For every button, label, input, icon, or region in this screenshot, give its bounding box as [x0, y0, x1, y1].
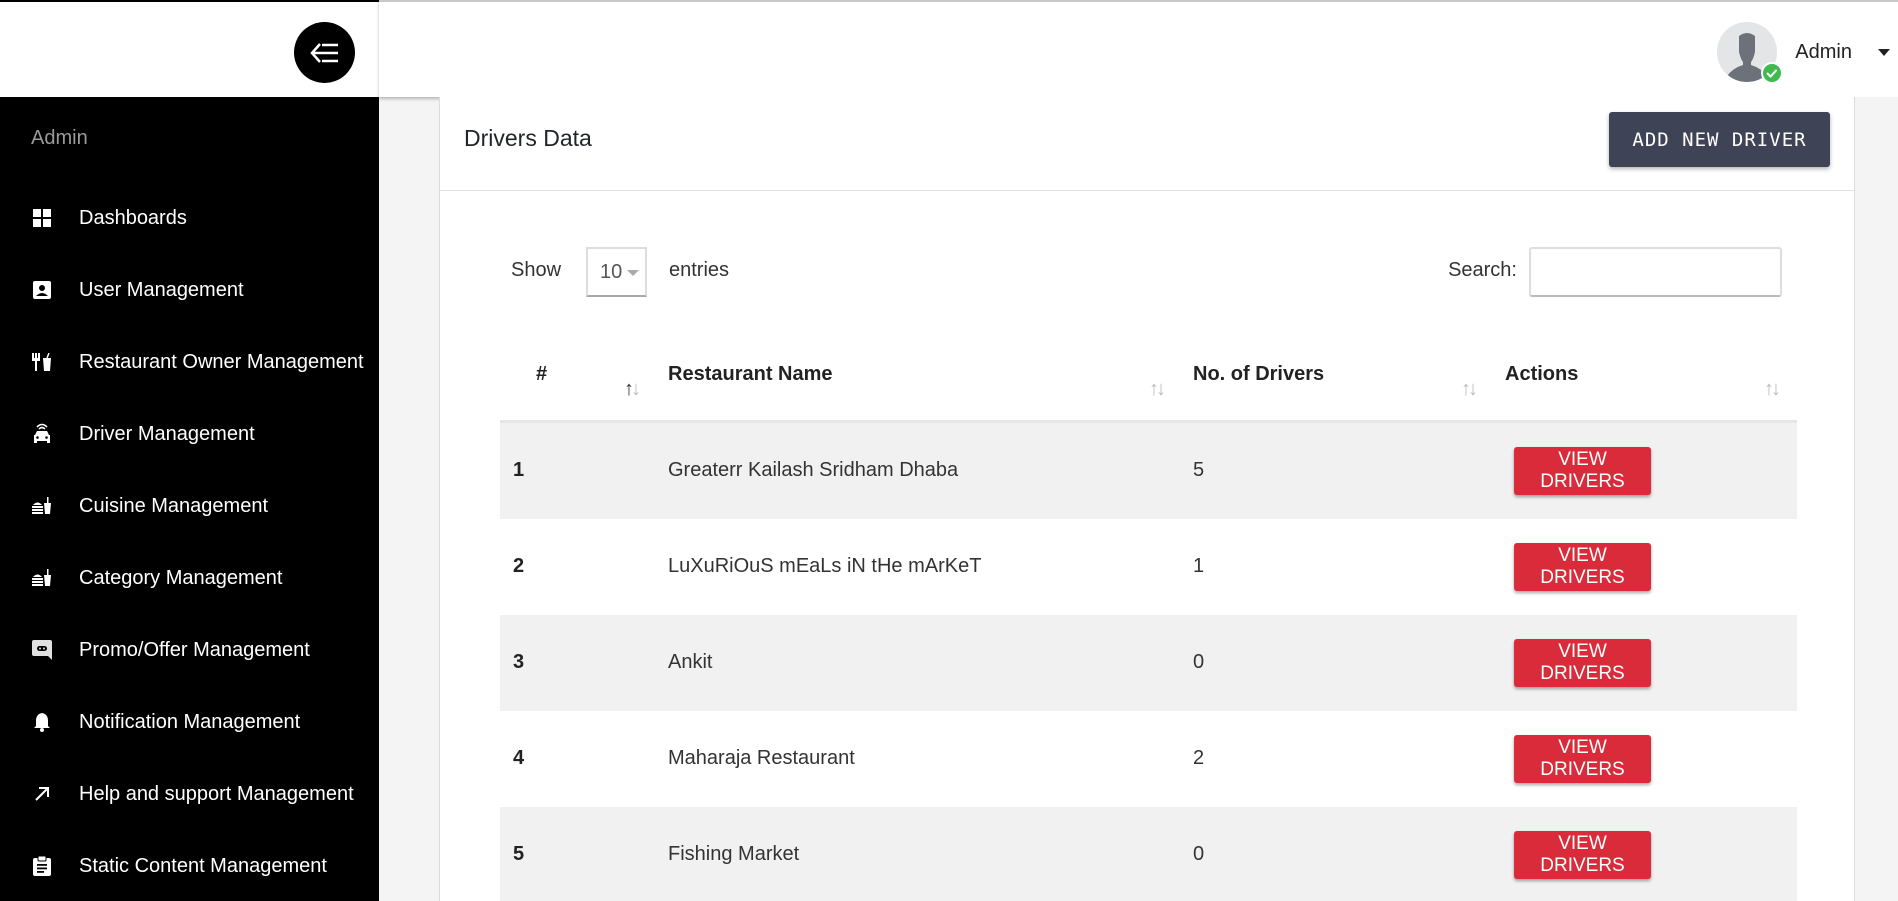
- row-index: 2: [513, 555, 525, 577]
- row-index: 5: [513, 843, 525, 865]
- top-header: Admin: [379, 0, 1898, 97]
- table-header: # ↑↓ Restaurant Name ↑↓ No. of Drivers ↑…: [500, 342, 1797, 423]
- sidebar-item-driver-management[interactable]: Driver Management: [0, 398, 379, 470]
- sort-icon[interactable]: ↑↓: [1461, 378, 1478, 401]
- sidebar-item-user-management[interactable]: User Management: [0, 254, 379, 326]
- column-header-restaurant-name[interactable]: Restaurant Name: [668, 363, 833, 386]
- view-drivers-button[interactable]: VIEW DRIVERS: [1514, 543, 1651, 591]
- bell-icon: [31, 711, 53, 733]
- search-label: Search:: [1448, 259, 1517, 281]
- entries-label: entries: [669, 259, 730, 281]
- table-row: 2 LuXuRiOuS mEaLs iN tHe mArKeT 1 VIEW D…: [500, 519, 1797, 615]
- sidebar-item-static-content-management[interactable]: Static Content Management: [0, 830, 379, 901]
- search-input[interactable]: [1529, 247, 1782, 297]
- sidebar-brand-area: [0, 2, 379, 97]
- column-header-no-of-drivers[interactable]: No. of Drivers: [1193, 363, 1324, 386]
- page-background: [1855, 97, 1898, 901]
- add-new-driver-button[interactable]: ADD NEW DRIVER: [1609, 112, 1830, 167]
- sidebar-item-label: Cuisine Management: [79, 494, 268, 517]
- sidebar-heading: Admin: [31, 127, 88, 149]
- view-drivers-button[interactable]: VIEW DRIVERS: [1514, 831, 1651, 879]
- dashboard-grid-icon: [31, 207, 53, 229]
- row-index: 3: [513, 651, 525, 673]
- entries-value: 10: [600, 260, 623, 283]
- column-header-actions[interactable]: Actions: [1505, 363, 1578, 386]
- sidebar-item-label: Help and support Management: [79, 782, 354, 805]
- page-title: Drivers Data: [464, 125, 592, 151]
- restaurant-name: Fishing Market: [668, 843, 800, 865]
- sidebar-item-notification-management[interactable]: Notification Management: [0, 686, 379, 758]
- clipboard-icon: [31, 855, 53, 877]
- driver-count: 0: [1193, 651, 1205, 673]
- sidebar-item-label: Static Content Management: [79, 854, 327, 877]
- driver-count: 2: [1193, 747, 1205, 769]
- sidebar-item-cuisine-management[interactable]: Cuisine Management: [0, 470, 379, 542]
- view-drivers-button[interactable]: VIEW DRIVERS: [1514, 447, 1651, 495]
- card-header: Drivers Data ADD NEW DRIVER: [440, 97, 1854, 191]
- fastfood-icon: [31, 567, 53, 589]
- driver-count: 1: [1193, 555, 1205, 577]
- table-controls: Show 10 entries Search:: [440, 247, 1854, 297]
- sidebar-item-help-support-management[interactable]: Help and support Management: [0, 758, 379, 830]
- avatar[interactable]: [1717, 22, 1784, 84]
- sidebar-item-dashboards[interactable]: Dashboards: [0, 182, 379, 254]
- entries-per-page-select[interactable]: 10: [586, 247, 647, 297]
- sidebar-item-label: Driver Management: [79, 422, 255, 445]
- restaurant-name: Greaterr Kailash Sridham Dhaba: [668, 459, 959, 481]
- dropdown-arrow-icon: [627, 270, 639, 276]
- online-status-icon: [1761, 62, 1784, 84]
- user-menu[interactable]: Admin: [1717, 20, 1898, 84]
- arrow-up-right-icon: [31, 783, 53, 805]
- drivers-table: # ↑↓ Restaurant Name ↑↓ No. of Drivers ↑…: [500, 342, 1797, 901]
- chat-bubble-icon: [31, 639, 53, 661]
- column-header-index[interactable]: #: [536, 363, 547, 386]
- driver-count: 5: [1193, 459, 1205, 481]
- table-row: 3 Ankit 0 VIEW DRIVERS: [500, 615, 1797, 711]
- sidebar-item-label: Restaurant Owner Management: [79, 350, 364, 373]
- sidebar-nav: Dashboards User Management Restaurant Ow…: [0, 182, 379, 901]
- chevron-down-icon[interactable]: [1878, 48, 1890, 56]
- sidebar: Admin Dashboards User Management Restaur…: [0, 0, 379, 901]
- sidebar-item-category-management[interactable]: Category Management: [0, 542, 379, 614]
- row-index: 4: [513, 747, 525, 769]
- sidebar-item-label: Dashboards: [79, 206, 187, 229]
- menu-collapse-icon: [309, 42, 338, 63]
- fastfood-icon: [31, 495, 53, 517]
- sidebar-item-label: Notification Management: [79, 710, 301, 733]
- user-name[interactable]: Admin: [1795, 41, 1852, 64]
- driver-count: 0: [1193, 843, 1205, 865]
- table-row: 4 Maharaja Restaurant 2 VIEW DRIVERS: [500, 711, 1797, 807]
- sidebar-item-label: Promo/Offer Management: [79, 638, 310, 661]
- fork-cup-icon: [31, 351, 53, 373]
- sidebar-item-label: Category Management: [79, 566, 283, 589]
- drivers-data-card: Drivers Data ADD NEW DRIVER Show 10 entr…: [439, 97, 1855, 901]
- connected-car-icon: [31, 423, 53, 445]
- sidebar-item-promo-offer-management[interactable]: Promo/Offer Management: [0, 614, 379, 686]
- view-drivers-button[interactable]: VIEW DRIVERS: [1514, 735, 1651, 783]
- sidebar-toggle-button[interactable]: [294, 22, 355, 83]
- sort-icon[interactable]: ↑↓: [1764, 378, 1781, 401]
- view-drivers-button[interactable]: VIEW DRIVERS: [1514, 639, 1651, 687]
- sort-icon[interactable]: ↑↓: [1149, 378, 1166, 401]
- row-index: 1: [513, 459, 525, 481]
- restaurant-name: LuXuRiOuS mEaLs iN tHe mArKeT: [668, 555, 982, 577]
- table-row: 1 Greaterr Kailash Sridham Dhaba 5 VIEW …: [500, 423, 1797, 519]
- sort-icon[interactable]: ↑↓: [624, 378, 641, 401]
- restaurant-name: Ankit: [668, 651, 713, 673]
- table-row: 5 Fishing Market 0 VIEW DRIVERS: [500, 807, 1797, 901]
- sidebar-item-restaurant-owner-management[interactable]: Restaurant Owner Management: [0, 326, 379, 398]
- restaurant-name: Maharaja Restaurant: [668, 747, 855, 769]
- show-label: Show: [511, 259, 562, 281]
- user-badge-icon: [31, 279, 53, 301]
- sidebar-item-label: User Management: [79, 278, 244, 301]
